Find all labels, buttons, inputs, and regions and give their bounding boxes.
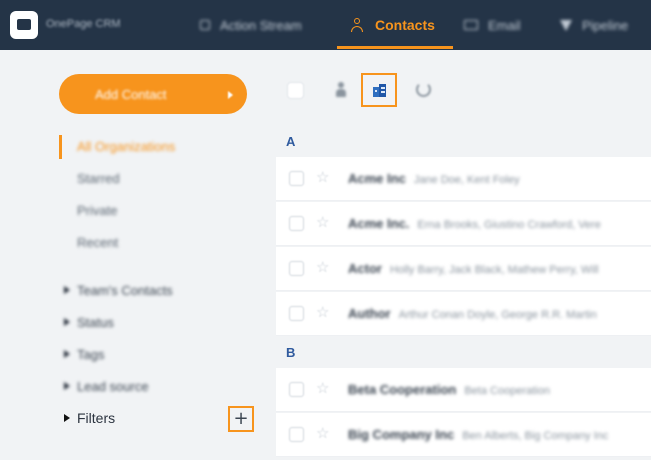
row-text: Actor Holly Barry, Jack Black, Mathew Per… xyxy=(348,261,599,276)
table-row[interactable]: ☆ Beta Cooperation Beta Cooperation xyxy=(276,368,651,412)
row-text: Acme Inc Jane Doe, Kent Foley xyxy=(348,171,520,186)
active-tab-underline xyxy=(337,46,453,49)
sidebar-group-filters[interactable]: Filters xyxy=(64,410,115,426)
nav-action-stream[interactable]: Action Stream xyxy=(200,0,302,50)
nav-email[interactable]: Email xyxy=(464,0,521,50)
sidebar-group-tags[interactable]: Tags xyxy=(64,347,104,362)
star-icon[interactable]: ☆ xyxy=(316,213,329,231)
sidebar-group-lead-source[interactable]: Lead source xyxy=(64,379,149,394)
organization-name[interactable]: Author xyxy=(348,306,391,321)
group-label: Team's Contacts xyxy=(77,283,173,298)
filters-label: Filters xyxy=(77,410,116,426)
row-checkbox[interactable] xyxy=(289,306,304,321)
organization-name[interactable]: Acme Inc xyxy=(348,171,406,186)
contact-names: Erna Brooks, Giustino Crawford, Vere xyxy=(417,219,601,231)
table-row[interactable]: ☆ Big Company Inc Ben Alberts, Big Compan… xyxy=(276,413,651,457)
add-filter-button[interactable]: + xyxy=(228,406,254,432)
funnel-icon xyxy=(560,19,572,31)
brand-name: OnePage CRM xyxy=(46,18,121,30)
organization-name[interactable]: Big Company Inc xyxy=(348,427,454,442)
row-checkbox[interactable] xyxy=(289,261,304,276)
row-checkbox[interactable] xyxy=(289,427,304,442)
nav-label: Contacts xyxy=(375,17,435,33)
contact-names: Holly Barry, Jack Black, Mathew Perry, W… xyxy=(389,264,599,276)
row-text: Beta Cooperation Beta Cooperation xyxy=(348,382,550,397)
sidebar-group-status[interactable]: Status xyxy=(64,315,114,330)
active-view-indicator xyxy=(59,135,62,159)
sidebar-item-private[interactable]: Private xyxy=(77,203,117,218)
table-row[interactable]: ☆ Author Arthur Conan Doyle, George R.R. … xyxy=(276,292,651,336)
contact-names: Arthur Conan Doyle, George R.R. Martin xyxy=(398,309,597,321)
square-icon xyxy=(200,20,210,30)
mail-icon xyxy=(464,20,478,30)
row-text: Author Arthur Conan Doyle, George R.R. Ma… xyxy=(348,306,597,321)
section-letter-a: A xyxy=(286,134,296,149)
table-row[interactable]: ☆ Acme Inc Jane Doe, Kent Foley xyxy=(276,157,651,201)
organization-view-button[interactable] xyxy=(361,73,397,107)
select-all-checkbox[interactable] xyxy=(287,82,304,99)
row-checkbox[interactable] xyxy=(289,382,304,397)
contact-names: Beta Cooperation xyxy=(464,385,550,397)
row-text: Big Company Inc Ben Alberts, Big Company … xyxy=(348,427,608,442)
refresh-icon[interactable] xyxy=(416,82,431,97)
contact-names: Ben Alberts, Big Company Inc xyxy=(462,430,609,442)
row-text: Acme Inc. Erna Brooks, Giustino Crawford,… xyxy=(348,216,601,231)
person-icon xyxy=(351,18,363,32)
caret-right-icon xyxy=(64,318,70,326)
star-icon[interactable]: ☆ xyxy=(316,424,329,442)
nav-contacts[interactable]: Contacts xyxy=(337,0,453,50)
sidebar-item-recent[interactable]: Recent xyxy=(77,235,118,250)
row-checkbox[interactable] xyxy=(289,171,304,186)
star-icon[interactable]: ☆ xyxy=(316,303,329,321)
chevron-right-icon xyxy=(228,91,233,99)
organization-name[interactable]: Acme Inc. xyxy=(348,216,409,231)
add-contact-button[interactable]: Add Contact xyxy=(59,74,247,114)
group-label: Status xyxy=(77,315,114,330)
star-icon[interactable]: ☆ xyxy=(316,168,329,186)
caret-right-icon xyxy=(64,414,70,422)
sidebar-item-starred[interactable]: Starred xyxy=(77,171,120,186)
top-nav-bar: OnePage CRM Action Stream Contacts Email… xyxy=(0,0,651,50)
nav-label: Pipeline xyxy=(582,17,629,33)
row-checkbox[interactable] xyxy=(289,216,304,231)
logo-mark xyxy=(17,19,31,30)
section-letter-b: B xyxy=(286,345,296,360)
table-row[interactable]: ☆ Actor Holly Barry, Jack Black, Mathew P… xyxy=(276,247,651,291)
sidebar-item-all-organizations[interactable]: All Organizations xyxy=(77,139,175,154)
caret-right-icon xyxy=(64,350,70,358)
organization-name[interactable]: Beta Cooperation xyxy=(348,382,456,397)
building-icon xyxy=(373,84,386,97)
person-view-icon[interactable] xyxy=(336,82,346,98)
nav-pipeline[interactable]: Pipeline xyxy=(560,0,628,50)
group-label: Lead source xyxy=(77,379,149,394)
organization-name[interactable]: Actor xyxy=(348,261,382,276)
caret-right-icon xyxy=(64,382,70,390)
star-icon[interactable]: ☆ xyxy=(316,379,329,397)
add-contact-label: Add Contact xyxy=(95,87,167,102)
nav-label: Email xyxy=(488,17,521,33)
contact-names: Jane Doe, Kent Foley xyxy=(413,174,520,186)
nav-label: Action Stream xyxy=(220,17,302,33)
app-logo[interactable] xyxy=(10,11,38,39)
table-row[interactable]: ☆ Acme Inc. Erna Brooks, Giustino Crawfor… xyxy=(276,202,651,246)
star-icon[interactable]: ☆ xyxy=(316,258,329,276)
sidebar-group-teams-contacts[interactable]: Team's Contacts xyxy=(64,283,173,298)
caret-right-icon xyxy=(64,286,70,294)
group-label: Tags xyxy=(77,347,105,362)
